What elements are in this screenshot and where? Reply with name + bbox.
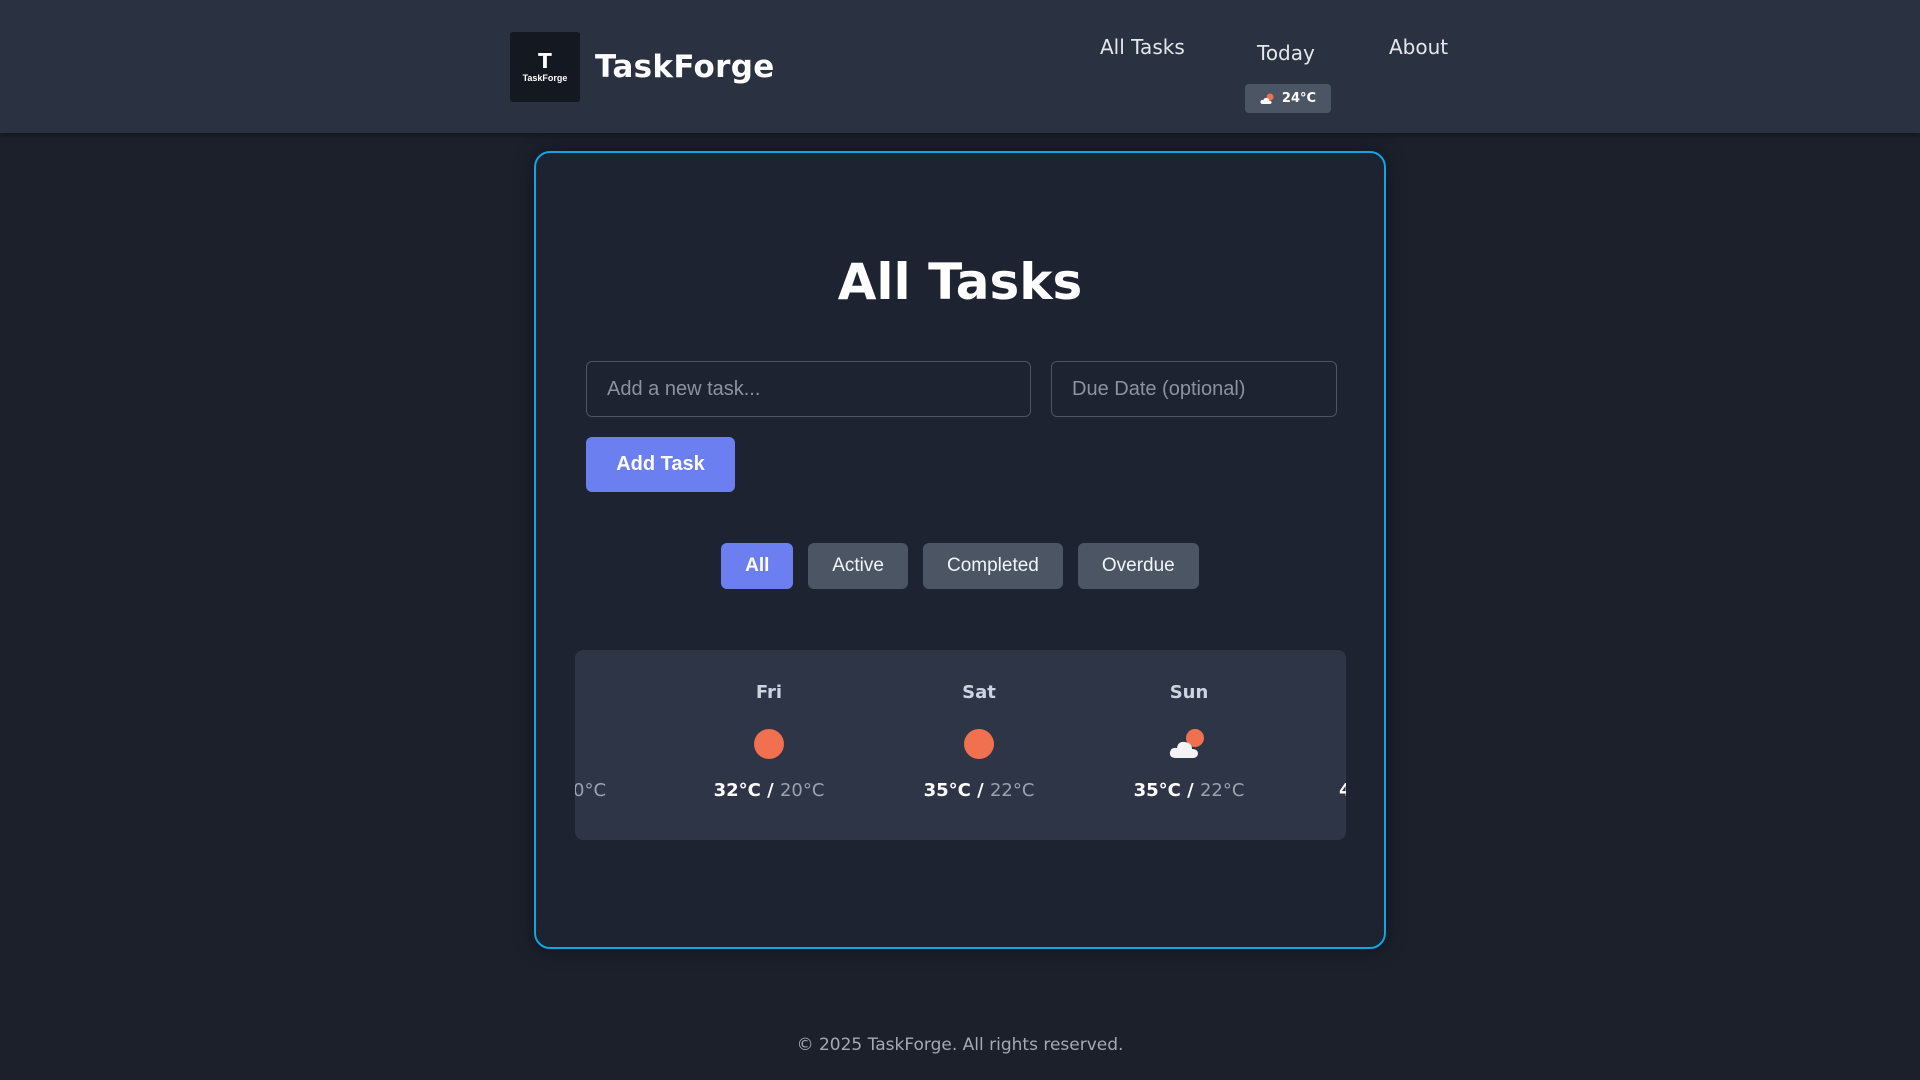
filter-bar: All Active Completed Overdue: [536, 543, 1384, 589]
task-input[interactable]: [586, 361, 1031, 417]
weather-forecast[interactable]: 0°C Fri 32°C / 20°C Sat 35°C / 22°C Sun: [575, 650, 1346, 840]
forecast-high: 35°C: [1133, 780, 1181, 801]
forecast-low: 22°C: [989, 780, 1035, 801]
app-header: T TaskForge TaskForge All Tasks Today 24…: [0, 0, 1920, 133]
forecast-temps: 35°C / 22°C: [923, 780, 1035, 801]
forecast-partial-temp-next: 4: [1339, 780, 1346, 801]
forecast-high: 35°C: [923, 780, 971, 801]
nav-about[interactable]: About: [1389, 35, 1448, 59]
forecast-high: 32°C: [713, 780, 761, 801]
filter-all-button[interactable]: All: [721, 543, 794, 589]
footer-copyright: © 2025 TaskForge. All rights reserved.: [796, 1035, 1124, 1055]
logo-glyph: T: [538, 49, 552, 73]
cloud-sun-icon: [1260, 93, 1274, 104]
forecast-day-name: Fri: [755, 682, 783, 703]
sun-icon: [754, 729, 784, 759]
filter-active-button[interactable]: Active: [808, 543, 908, 589]
weather-badge-temp: 24°C: [1281, 91, 1317, 106]
nav-today[interactable]: Today: [1257, 41, 1315, 65]
forecast-day-name: Sat: [962, 682, 996, 703]
forecast-temps: 32°C / 20°C: [713, 780, 825, 801]
filter-completed-button[interactable]: Completed: [922, 543, 1063, 589]
forecast-day: Fri 32°C / 20°C: [689, 650, 849, 840]
tasks-card: All Tasks Add Task All Active Completed …: [534, 151, 1386, 949]
nav-all-tasks[interactable]: All Tasks: [1100, 35, 1185, 59]
add-task-button[interactable]: Add Task: [586, 437, 735, 492]
forecast-day-name: Sun: [1169, 682, 1209, 703]
forecast-temps: 35°C / 22°C: [1133, 780, 1245, 801]
filter-overdue-button[interactable]: Overdue: [1077, 543, 1199, 589]
forecast-partial-temp: 0°C: [575, 780, 607, 801]
logo-text: TaskForge: [522, 73, 568, 83]
forecast-low: 22°C: [1199, 780, 1245, 801]
cloud-sun-icon: [1169, 729, 1204, 758]
due-date-input[interactable]: [1051, 361, 1337, 417]
page-title: All Tasks: [837, 253, 1083, 311]
forecast-low: 20°C: [779, 780, 825, 801]
forecast-day: Sun 35°C / 22°C: [1109, 650, 1269, 840]
brand[interactable]: T TaskForge TaskForge: [510, 32, 775, 102]
logo: T TaskForge: [510, 32, 580, 102]
forecast-day: Sat 35°C / 22°C: [899, 650, 1059, 840]
weather-badge: 24°C: [1245, 84, 1331, 113]
sun-icon: [964, 729, 994, 759]
brand-name: TaskForge: [595, 49, 775, 85]
